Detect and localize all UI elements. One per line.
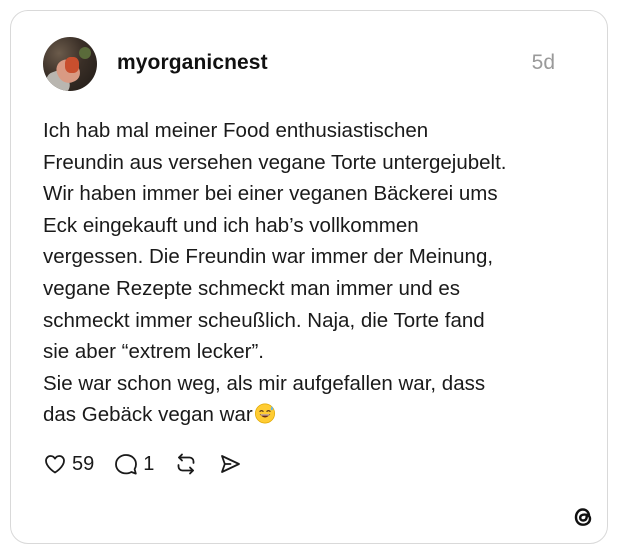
share-button[interactable] [218,452,242,476]
reply-count: 1 [143,452,155,475]
post-text-line: Ich hab mal meiner Food enthusiastischen [43,119,429,142]
username[interactable]: myorganicnest [117,51,268,75]
threads-logo-icon [574,508,592,526]
post-text-line: Wir haben immer bei einer veganen Bäcker… [43,182,498,206]
repost-icon [177,453,195,475]
post-text-line: das Gebäck vegan war [43,403,253,427]
avatar-food [65,57,79,73]
post-actions: 59 1 [43,449,262,479]
avatar-leaf [79,47,91,59]
post-text-line: Freundin aus versehen vegane Torte unter… [43,150,507,174]
like-button[interactable]: 59 [43,452,94,476]
post-timestamp: 5d [531,51,555,74]
post-card: myorganicnest 5d Ich hab mal meiner Food… [10,10,608,544]
heart-icon [45,455,65,474]
post-text: Ich hab mal meiner Food enthusiastischen… [43,115,583,431]
post-text-last-line: das Gebäck vegan war [43,399,583,431]
comment-icon [115,454,138,475]
avatar[interactable] [43,37,97,91]
repost-button[interactable] [174,452,198,476]
reply-button[interactable]: 1 [114,452,154,476]
post-text-line: vegane Rezepte schmeckt man immer und es [43,276,461,300]
grinning-face-with-sweat-icon [254,403,275,424]
post-text-line: vergessen. Die Freundin war immer der Me… [43,245,494,269]
post-text-line: Eck eingekauft und ich hab’s vollkommen [43,213,419,237]
post-text-line: schmeckt immer scheußlich. Naja, die Tor… [43,308,485,332]
like-count: 59 [72,452,95,475]
send-icon [221,455,241,473]
post-text-line: sie aber “extrem lecker”. [43,340,265,364]
post-text-line: Sie war schon weg, als mir aufgefallen w… [43,371,486,395]
